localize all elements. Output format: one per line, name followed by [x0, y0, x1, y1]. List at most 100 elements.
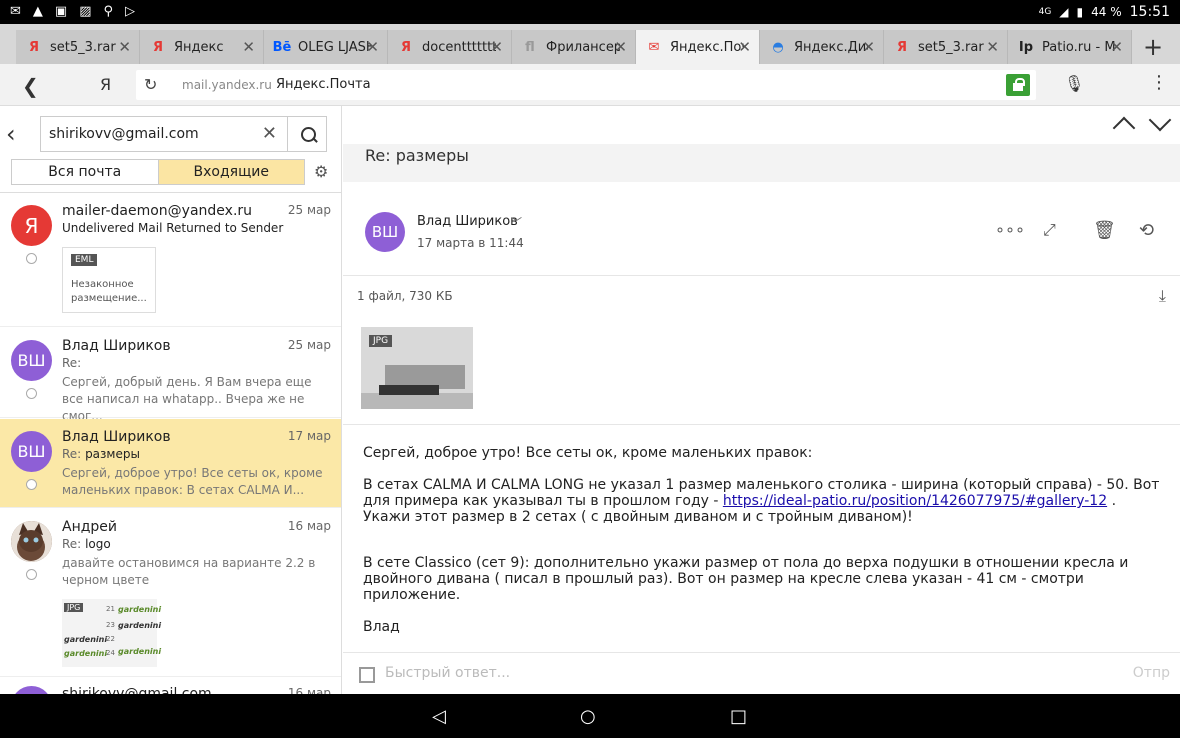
unread-toggle[interactable]: [26, 569, 37, 580]
quick-reply[interactable]: Быстрый ответ... Отпр: [343, 652, 1180, 694]
reload-icon[interactable]: ↻: [144, 75, 157, 94]
filter-all-mail[interactable]: Вся почта: [12, 160, 158, 184]
nav-back-icon[interactable]: ◁: [432, 706, 446, 727]
browser-tab[interactable]: Ip Patio.ru - M ✕: [1008, 30, 1132, 64]
browser-tab[interactable]: Яset5_3.rar ✕: [16, 30, 140, 64]
avatar: ВШ: [11, 431, 52, 472]
system-nav-bar: ◁ ○ □: [0, 694, 1180, 738]
attachment-type-badge: JPG: [64, 603, 84, 612]
filter-inbox[interactable]: Входящие: [157, 160, 304, 184]
notification-mail-icon: ✉: [10, 4, 21, 19]
attachments-bar: 1 файл, 730 КБ ⤓: [343, 276, 1180, 316]
key-icon: ⚲: [103, 4, 114, 19]
yandex-home-button[interactable]: Я: [100, 75, 111, 94]
next-message-icon[interactable]: [1148, 108, 1172, 132]
browser-tab[interactable]: ✉ Яндекс.Почта✕: [636, 30, 760, 64]
send-button[interactable]: Отпр: [1133, 665, 1170, 681]
unread-toggle[interactable]: [26, 388, 37, 399]
clear-icon[interactable]: ✕: [262, 123, 277, 144]
new-tab-button[interactable]: +: [1136, 30, 1170, 64]
list-item-selected[interactable]: ВШ Влад Шириков 17 мар Re: размеры Серге…: [0, 419, 341, 508]
list-item[interactable]: shirikovv@gmail.com 16 мар: [0, 678, 341, 694]
subject-bar: Re: размеры: [343, 144, 1180, 182]
kebab-menu-icon[interactable]: ⋮: [1150, 72, 1168, 93]
more-icon[interactable]: ∘∘∘: [995, 220, 1025, 239]
avatar: ВШ: [11, 340, 52, 381]
message-preview: Сергей, доброе утро! Все сеты ок, кроме …: [62, 466, 323, 497]
lock-icon[interactable]: [1006, 74, 1030, 96]
search-input[interactable]: shirikovv@gmail.com ✕: [40, 116, 288, 152]
list-item[interactable]: Андрей 16 мар Re: logo давайте остановим…: [0, 509, 341, 677]
browser-back-icon[interactable]: ❮: [22, 74, 39, 98]
list-item[interactable]: ВШ Влад Шириков 25 мар Re: Сергей, добры…: [0, 328, 341, 423]
microphone-icon[interactable]: 🎙: [1064, 74, 1084, 93]
reply-all-icon[interactable]: ⟲: [1139, 220, 1154, 241]
browser-tab[interactable]: Яdocenttttttt ✕: [388, 30, 512, 64]
status-bar: ✉ ▲ ▣ ▨ ⚲ ▷ 4G ◢ ▮ 44 % 15:51: [0, 0, 1180, 24]
subject-prefix: Re:: [62, 356, 82, 370]
tab-label: Яндекс: [174, 39, 224, 55]
attachment-image[interactable]: JPG: [361, 327, 473, 409]
sender-name[interactable]: Влад Шириков: [417, 214, 518, 229]
message-nav: [343, 106, 1180, 144]
logo-number: 22: [106, 635, 115, 643]
save-to-disk-icon[interactable]: ⤓: [1159, 286, 1166, 306]
search-button[interactable]: [287, 116, 327, 152]
message-subject: Undelivered Mail Returned to Sender: [62, 221, 284, 235]
tab-favicon-icon: ◓: [772, 39, 784, 55]
previous-message-icon[interactable]: [1112, 116, 1136, 140]
close-icon[interactable]: ✕: [614, 38, 627, 56]
chevron-down-icon[interactable]: ﹀: [511, 214, 522, 230]
clock: 15:51: [1129, 4, 1170, 20]
unread-toggle[interactable]: [26, 253, 37, 264]
close-icon[interactable]: ✕: [738, 38, 751, 56]
logo-sample: gardenini: [118, 605, 162, 614]
browser-tab[interactable]: Я Яндекс ✕: [140, 30, 264, 64]
browser-tab[interactable]: Яset5_3.rar ✕: [884, 30, 1008, 64]
subject-prefix: Re:: [62, 447, 82, 461]
tab-favicon-icon: Я: [400, 39, 411, 55]
tab-label: Яндекс.Почта: [670, 39, 744, 55]
nav-home-icon[interactable]: ○: [580, 706, 596, 727]
search-value: shirikovv@gmail.com: [49, 126, 199, 142]
url-field[interactable]: ↻ mail.yandex.ru Яндекс.Почта: [136, 70, 1036, 100]
browser-tab[interactable]: fl Фрилансер ✕: [512, 30, 636, 64]
close-icon[interactable]: ✕: [986, 38, 999, 56]
logo-sample: gardenini: [64, 635, 108, 644]
message-date: 25 мар: [287, 203, 331, 217]
tab-favicon-icon: Ip: [1018, 39, 1034, 55]
email-subject: Re: размеры: [365, 146, 469, 165]
message-date: 17 мар: [287, 429, 331, 443]
filter-settings-icon[interactable]: ⚙: [314, 162, 328, 181]
unread-toggle[interactable]: [26, 479, 37, 490]
compose-icon[interactable]: [359, 667, 375, 683]
message-sender: mailer-daemon@yandex.ru: [62, 203, 253, 219]
close-icon[interactable]: ✕: [118, 38, 131, 56]
attachment-name: Незаконное размещение...: [71, 279, 147, 304]
nav-recents-icon[interactable]: □: [730, 706, 747, 727]
gallery-link[interactable]: https://ideal-patio.ru/position/14260779…: [723, 493, 1107, 509]
avatar-cat-photo: [11, 521, 52, 562]
tab-favicon-icon: Я: [152, 39, 163, 55]
attachment-thumbnail[interactable]: EML Незаконное размещение...: [62, 247, 156, 313]
message-date: 16 мар: [287, 686, 331, 694]
tab-label: docenttttttt: [422, 39, 496, 55]
attachment-thumbnail[interactable]: JPG gardenini gardenini gardenini garden…: [62, 599, 161, 667]
message-sender: Андрей: [62, 519, 118, 535]
list-item[interactable]: Я mailer-daemon@yandex.ru 25 мар Undeliv…: [0, 193, 341, 327]
search-back-icon[interactable]: ‹: [6, 120, 16, 148]
tab-favicon-icon: fl: [525, 39, 535, 55]
close-icon[interactable]: ✕: [1110, 38, 1123, 56]
close-icon[interactable]: ✕: [242, 38, 255, 56]
expand-icon[interactable]: ⤢: [1043, 220, 1056, 240]
browser-tab[interactable]: ◓ Яндекс.Диск✕: [760, 30, 884, 64]
network-type: 4G: [1038, 7, 1052, 17]
attachment-type-badge: JPG: [369, 335, 393, 347]
quick-reply-placeholder[interactable]: Быстрый ответ...: [385, 665, 510, 681]
browser-tab[interactable]: Bē OLEG LJASH ✕: [264, 30, 388, 64]
trash-icon[interactable]: 🗑: [1093, 220, 1116, 241]
warning-icon: ▲: [32, 4, 43, 19]
close-icon[interactable]: ✕: [490, 38, 503, 56]
close-icon[interactable]: ✕: [366, 38, 379, 56]
close-icon[interactable]: ✕: [862, 38, 875, 56]
